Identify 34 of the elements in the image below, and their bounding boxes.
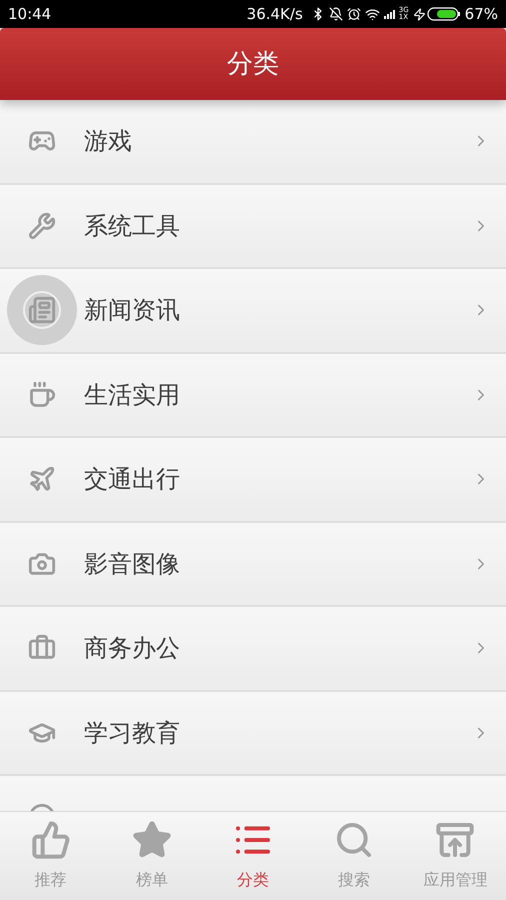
battery-icon (426, 7, 461, 21)
newspaper-icon (28, 296, 56, 324)
download-box-icon (435, 820, 476, 860)
category-label: 系统工具 (84, 212, 180, 240)
category-label: 影音图像 (84, 550, 180, 578)
category-row[interactable]: 商务办公 (0, 607, 506, 692)
battery-percent: 67% (464, 4, 498, 25)
bell-off-icon (328, 7, 343, 21)
category-label: 学习教育 (84, 718, 180, 747)
page-title: 分类 (227, 48, 279, 80)
category-row[interactable]: 交通出行 (0, 438, 506, 522)
category-row[interactable]: 系统工具 (0, 184, 506, 269)
clock: 10:44 (8, 4, 52, 25)
charging-icon (412, 8, 426, 20)
network-speed: 36.4K/s (246, 4, 303, 25)
category-row[interactable]: 学习教育 (0, 692, 506, 776)
thumbs-up-icon (30, 820, 71, 860)
category-label: 游戏 (84, 127, 132, 156)
coffee-cup-icon (28, 380, 56, 409)
airplane-icon (28, 465, 56, 494)
category-label: 交通出行 (84, 465, 180, 494)
signal-icon (384, 9, 398, 19)
category-row[interactable]: 影音图像 (0, 522, 506, 607)
category-row[interactable]: 新闻资讯 (0, 269, 506, 354)
category-label: 生活实用 (84, 380, 180, 409)
category-label: 商务办公 (84, 634, 180, 662)
alarm-clock-icon (346, 7, 361, 21)
wrench-icon (28, 212, 56, 240)
star-icon (132, 820, 172, 860)
category-label: 新闻资讯 (84, 296, 180, 324)
category-row[interactable]: 游戏 (0, 100, 506, 184)
wifi-icon (364, 6, 380, 22)
category-row[interactable]: 生活实用 (0, 354, 506, 438)
tab-button[interactable]: 分类 (202, 812, 304, 900)
